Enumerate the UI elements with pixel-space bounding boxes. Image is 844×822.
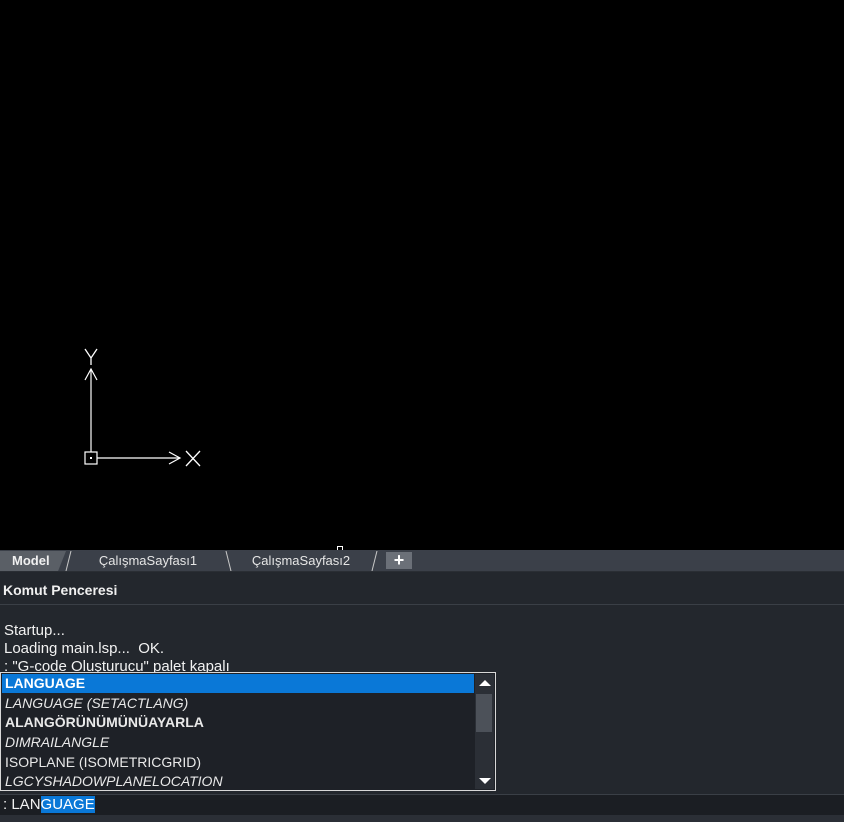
- autocomplete-item[interactable]: ALANGÖRÜNÜMÜNÜAYARLA: [2, 713, 474, 732]
- autocomplete-item[interactable]: DIMRAILANGLE: [2, 733, 474, 752]
- autocomplete-list[interactable]: LANGUAGE LANGUAGE (SETACTLANG) ALANGÖRÜN…: [0, 672, 496, 791]
- command-window-title: Komut Penceresi: [3, 582, 118, 598]
- ucs-x-label: [185, 450, 201, 467]
- command-history: Startup... Loading main.lsp... OK. : "G-…: [4, 622, 230, 676]
- command-input[interactable]: : LANGUAGE: [0, 794, 844, 816]
- scroll-down-icon[interactable]: [479, 778, 491, 784]
- status-strip: [0, 815, 844, 822]
- autocomplete-item[interactable]: ISOPLANE (ISOMETRICGRID): [2, 753, 474, 772]
- drawing-canvas[interactable]: [0, 0, 844, 550]
- autocomplete-suggestion: GUAGE: [40, 796, 95, 813]
- layout-tab-bar: Model ÇalışmaSayfası1 ÇalışmaSayfası2 +: [0, 550, 844, 572]
- ucs-y-label: [84, 348, 98, 365]
- add-layout-button[interactable]: +: [386, 551, 412, 569]
- tab-layout-2[interactable]: ÇalışmaSayfası2: [226, 551, 376, 571]
- tab-model[interactable]: Model: [0, 551, 66, 571]
- divider: [0, 604, 844, 605]
- scrollbar-thumb[interactable]: [476, 694, 492, 732]
- typed-text: LAN: [11, 796, 41, 813]
- history-line: Loading main.lsp... OK.: [4, 640, 165, 657]
- tab-separator-icon: [371, 551, 378, 571]
- tab-layout-1[interactable]: ÇalışmaSayfası1: [68, 551, 228, 571]
- autocomplete-item[interactable]: LGCYSHADOWPLANELOCATION: [2, 772, 474, 791]
- history-line: Startup...: [4, 622, 65, 639]
- scroll-up-icon[interactable]: [479, 680, 491, 686]
- autocomplete-scrollbar[interactable]: [475, 674, 494, 789]
- autocomplete-item[interactable]: LANGUAGE (SETACTLANG): [2, 694, 474, 713]
- command-input-text[interactable]: : LANGUAGE: [3, 796, 95, 813]
- ucs-icon: [84, 348, 201, 467]
- autocomplete-item[interactable]: LANGUAGE: [2, 674, 474, 693]
